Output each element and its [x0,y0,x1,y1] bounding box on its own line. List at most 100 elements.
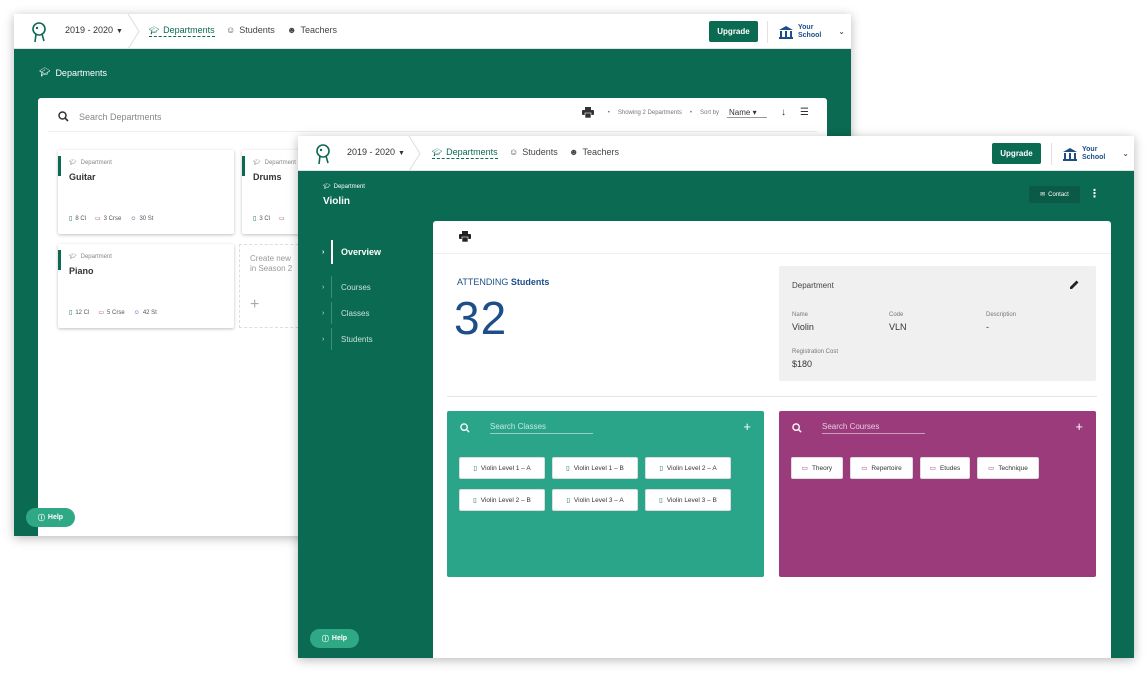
class-chip-label: Violin Level 2 – B [480,496,531,504]
students-count: 42 St [142,309,157,316]
nav-departments[interactable]: 🎓︎ Departments [432,147,498,159]
sort-direction-icon[interactable]: ↓ [781,107,786,118]
card-label-text: Department [264,159,296,166]
school-name-line2: School [798,32,822,39]
nav-students[interactable]: ☺ Students [226,25,275,35]
nav-departments[interactable]: 🎓︎ Departments [149,25,215,37]
list-toolbar: • Showing 2 Departments • Sort by Name ▾… [581,107,809,118]
graduation-cap-icon: 🎓︎ [323,184,331,190]
class-chip-label: Violin Level 1 – A [480,464,531,472]
class-chip[interactable]: ▯ Violin Level 3 – B [645,489,731,511]
class-chip[interactable]: ▯ Violin Level 1 – B [552,457,638,479]
caret-down-icon: ▼ [398,150,405,157]
info-heading: Department [792,281,834,290]
card-name: Guitar [69,172,96,182]
help-button[interactable]: ⓘ Help [310,629,359,648]
sidenav-courses[interactable]: › Courses [322,274,428,300]
year-selector[interactable]: 2019 - 2020 ▼ [65,25,123,35]
user-icon: ☺ [133,309,140,316]
department-card-guitar[interactable]: 🎓︎ Department Guitar ▯ 8 Cl ▭ 3 Crse ☺ 30 St [58,150,234,234]
logo-icon[interactable] [30,21,50,43]
card-label-text: Department [80,253,112,260]
search-classes[interactable]: Search Classes [460,422,593,434]
graduation-cap-icon: 🎓︎ [69,160,77,166]
school-building-icon [1063,148,1077,161]
search-icon [58,111,69,122]
search-icon [460,423,470,433]
contact-button[interactable]: ✉ Contact [1029,186,1080,203]
section-sidenav: › Overview › Courses › Classes › Students [322,238,428,352]
attending-count: 32 [454,292,508,344]
divider [433,253,1111,254]
chevron-down-icon[interactable]: ⌄ [838,27,845,36]
chevron-right-icon: › [322,283,325,291]
book-icon: ▭ [929,465,936,472]
year-selector[interactable]: 2019 - 2020 ▼ [347,147,405,157]
graduation-cap-icon: 🎓︎ [39,67,51,77]
help-label: Help [47,514,64,521]
chevron-down-icon[interactable]: ⌄ [1122,149,1129,158]
attending-prefix: ATTENDING [457,277,509,287]
course-chip[interactable]: ▭ Etudes [920,457,970,479]
upgrade-button[interactable]: Upgrade [992,143,1041,164]
courses-count: 5 Crse [107,309,125,316]
course-chip-label: Theory [811,464,833,472]
course-chip[interactable]: ▭ Repertoire [850,457,913,479]
class-chip[interactable]: ▯ Violin Level 1 – A [459,457,545,479]
registration-cost-value: $180 [792,359,813,369]
edit-pencil-icon[interactable] [1069,279,1080,290]
print-icon[interactable] [581,107,594,118]
department-label-text: Department [333,183,365,190]
school-switcher[interactable]: Your School ⌄ [767,21,847,43]
add-course-icon[interactable]: + [1075,419,1083,434]
search-courses[interactable]: Search Courses [792,422,925,434]
list-view-icon[interactable]: ☰ [800,107,809,118]
course-chip[interactable]: ▭ Technique [977,457,1039,479]
graduation-cap-icon: 🎓︎ [432,147,443,157]
sort-select[interactable]: Name ▾ [727,108,768,118]
search-classes-input[interactable]: Search Classes [490,422,593,434]
attending-label: ATTENDING Students [457,277,549,287]
logo-icon[interactable] [314,143,334,165]
class-chip[interactable]: ▯ Violin Level 2 – A [645,457,731,479]
school-switcher[interactable]: Your School ⌄ [1051,143,1131,165]
door-icon: ▯ [566,465,570,472]
help-button[interactable]: ⓘ Help [26,508,75,527]
classes-count: 3 Cl [259,215,270,222]
search-icon [792,423,802,433]
caret-down-icon: ▼ [116,28,123,35]
print-icon[interactable] [459,231,471,242]
sidenav-classes-label: Classes [341,308,370,318]
upgrade-button[interactable]: Upgrade [709,21,758,42]
search-input[interactable]: Search Departments [79,112,162,122]
nav-students[interactable]: ☺ Students [509,147,558,157]
chevron-divider-icon [408,136,421,171]
nav-departments-label: Departments [163,25,215,35]
department-detail-page: 🎓︎ Department Violin ✉ Contact ⋮ › Overview… [298,171,1134,658]
card-name: Piano [69,266,94,276]
user-plus-icon: ☻ [569,147,579,157]
contact-label: Contact [1048,191,1069,198]
search-departments[interactable]: Search Departments [58,111,162,122]
user-icon: ☺ [130,215,137,222]
class-chip[interactable]: ▯ Violin Level 2 – B [459,489,545,511]
class-chip[interactable]: ▯ Violin Level 3 – A [552,489,638,511]
description-label: Description [986,312,1017,318]
courses-count: 3 Crse [103,215,122,222]
search-courses-input[interactable]: Search Courses [822,422,925,434]
sidenav-classes[interactable]: › Classes [322,300,428,326]
door-icon: ▯ [659,497,663,504]
classes-count: 12 Cl [75,309,90,316]
nav-teachers[interactable]: ☻ Teachers [287,25,337,35]
help-label: Help [331,635,348,642]
department-card-piano[interactable]: 🎓︎ Department Piano ▯ 12 Cl ▭ 5 Crse ☺ 42 St [58,244,234,328]
more-options-icon[interactable]: ⋮ [1089,186,1100,203]
nav-teachers[interactable]: ☻ Teachers [569,147,619,157]
add-class-icon[interactable]: + [743,419,751,434]
sidenav-courses-label: Courses [341,282,371,292]
sidenav-students[interactable]: › Students [322,326,428,352]
course-chip[interactable]: ▭ Theory [791,457,843,479]
chevron-divider-icon [127,14,140,49]
book-icon: ▭ [861,465,868,472]
sidenav-overview[interactable]: › Overview [322,238,428,266]
